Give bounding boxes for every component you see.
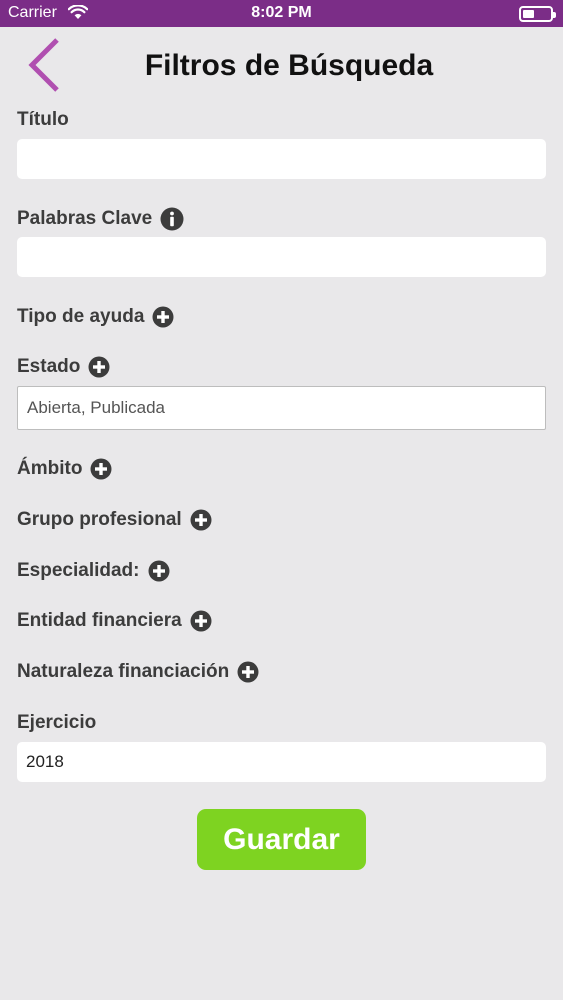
palabras-clave-input[interactable]: [17, 237, 546, 277]
ambito-label-text: Ámbito: [17, 458, 83, 479]
plus-circle-icon[interactable]: [88, 356, 110, 378]
plus-circle-icon[interactable]: [190, 509, 212, 531]
estado-input[interactable]: [17, 386, 546, 430]
titulo-label: Título: [17, 109, 69, 131]
grupo-profesional-label-text: Grupo profesional: [17, 509, 182, 530]
titulo-input[interactable]: [17, 139, 546, 179]
naturaleza-financiacion-label-text: Naturaleza financiación: [17, 661, 230, 682]
save-button[interactable]: Guardar: [197, 809, 366, 870]
navigation-bar: Filtros de Búsqueda: [0, 27, 563, 97]
ambito-label: Ámbito: [17, 458, 112, 480]
plus-circle-icon[interactable]: [152, 306, 174, 328]
especialidad-label-text: Especialidad:: [17, 560, 140, 581]
estado-label: Estado: [17, 356, 110, 378]
naturaleza-financiacion-label: Naturaleza financiación: [17, 661, 259, 683]
plus-circle-icon[interactable]: [148, 560, 170, 582]
page-title: Filtros de Búsqueda: [144, 49, 434, 82]
battery-icon: [519, 6, 556, 22]
tipo-ayuda-label-text: Tipo de ayuda: [17, 306, 145, 327]
plus-circle-icon[interactable]: [190, 610, 212, 632]
titulo-label-text: Título: [17, 109, 69, 130]
estado-label-text: Estado: [17, 356, 81, 377]
status-bar: Carrier 8:02 PM: [0, 0, 563, 27]
info-icon[interactable]: [160, 207, 184, 231]
tipo-ayuda-label: Tipo de ayuda: [17, 306, 174, 328]
palabras-clave-label-text: Palabras Clave: [17, 208, 153, 229]
grupo-profesional-label: Grupo profesional: [17, 509, 212, 531]
entidad-financiera-label-text: Entidad financiera: [17, 610, 182, 631]
plus-circle-icon[interactable]: [237, 661, 259, 683]
palabras-clave-label: Palabras Clave: [17, 207, 184, 231]
ejercicio-label-text: Ejercicio: [17, 712, 97, 733]
ejercicio-label: Ejercicio: [17, 712, 96, 734]
plus-circle-icon[interactable]: [90, 458, 112, 480]
ejercicio-input[interactable]: [17, 742, 546, 782]
especialidad-label: Especialidad:: [17, 560, 170, 582]
status-time: 8:02 PM: [251, 4, 312, 21]
entidad-financiera-label: Entidad financiera: [17, 610, 212, 632]
